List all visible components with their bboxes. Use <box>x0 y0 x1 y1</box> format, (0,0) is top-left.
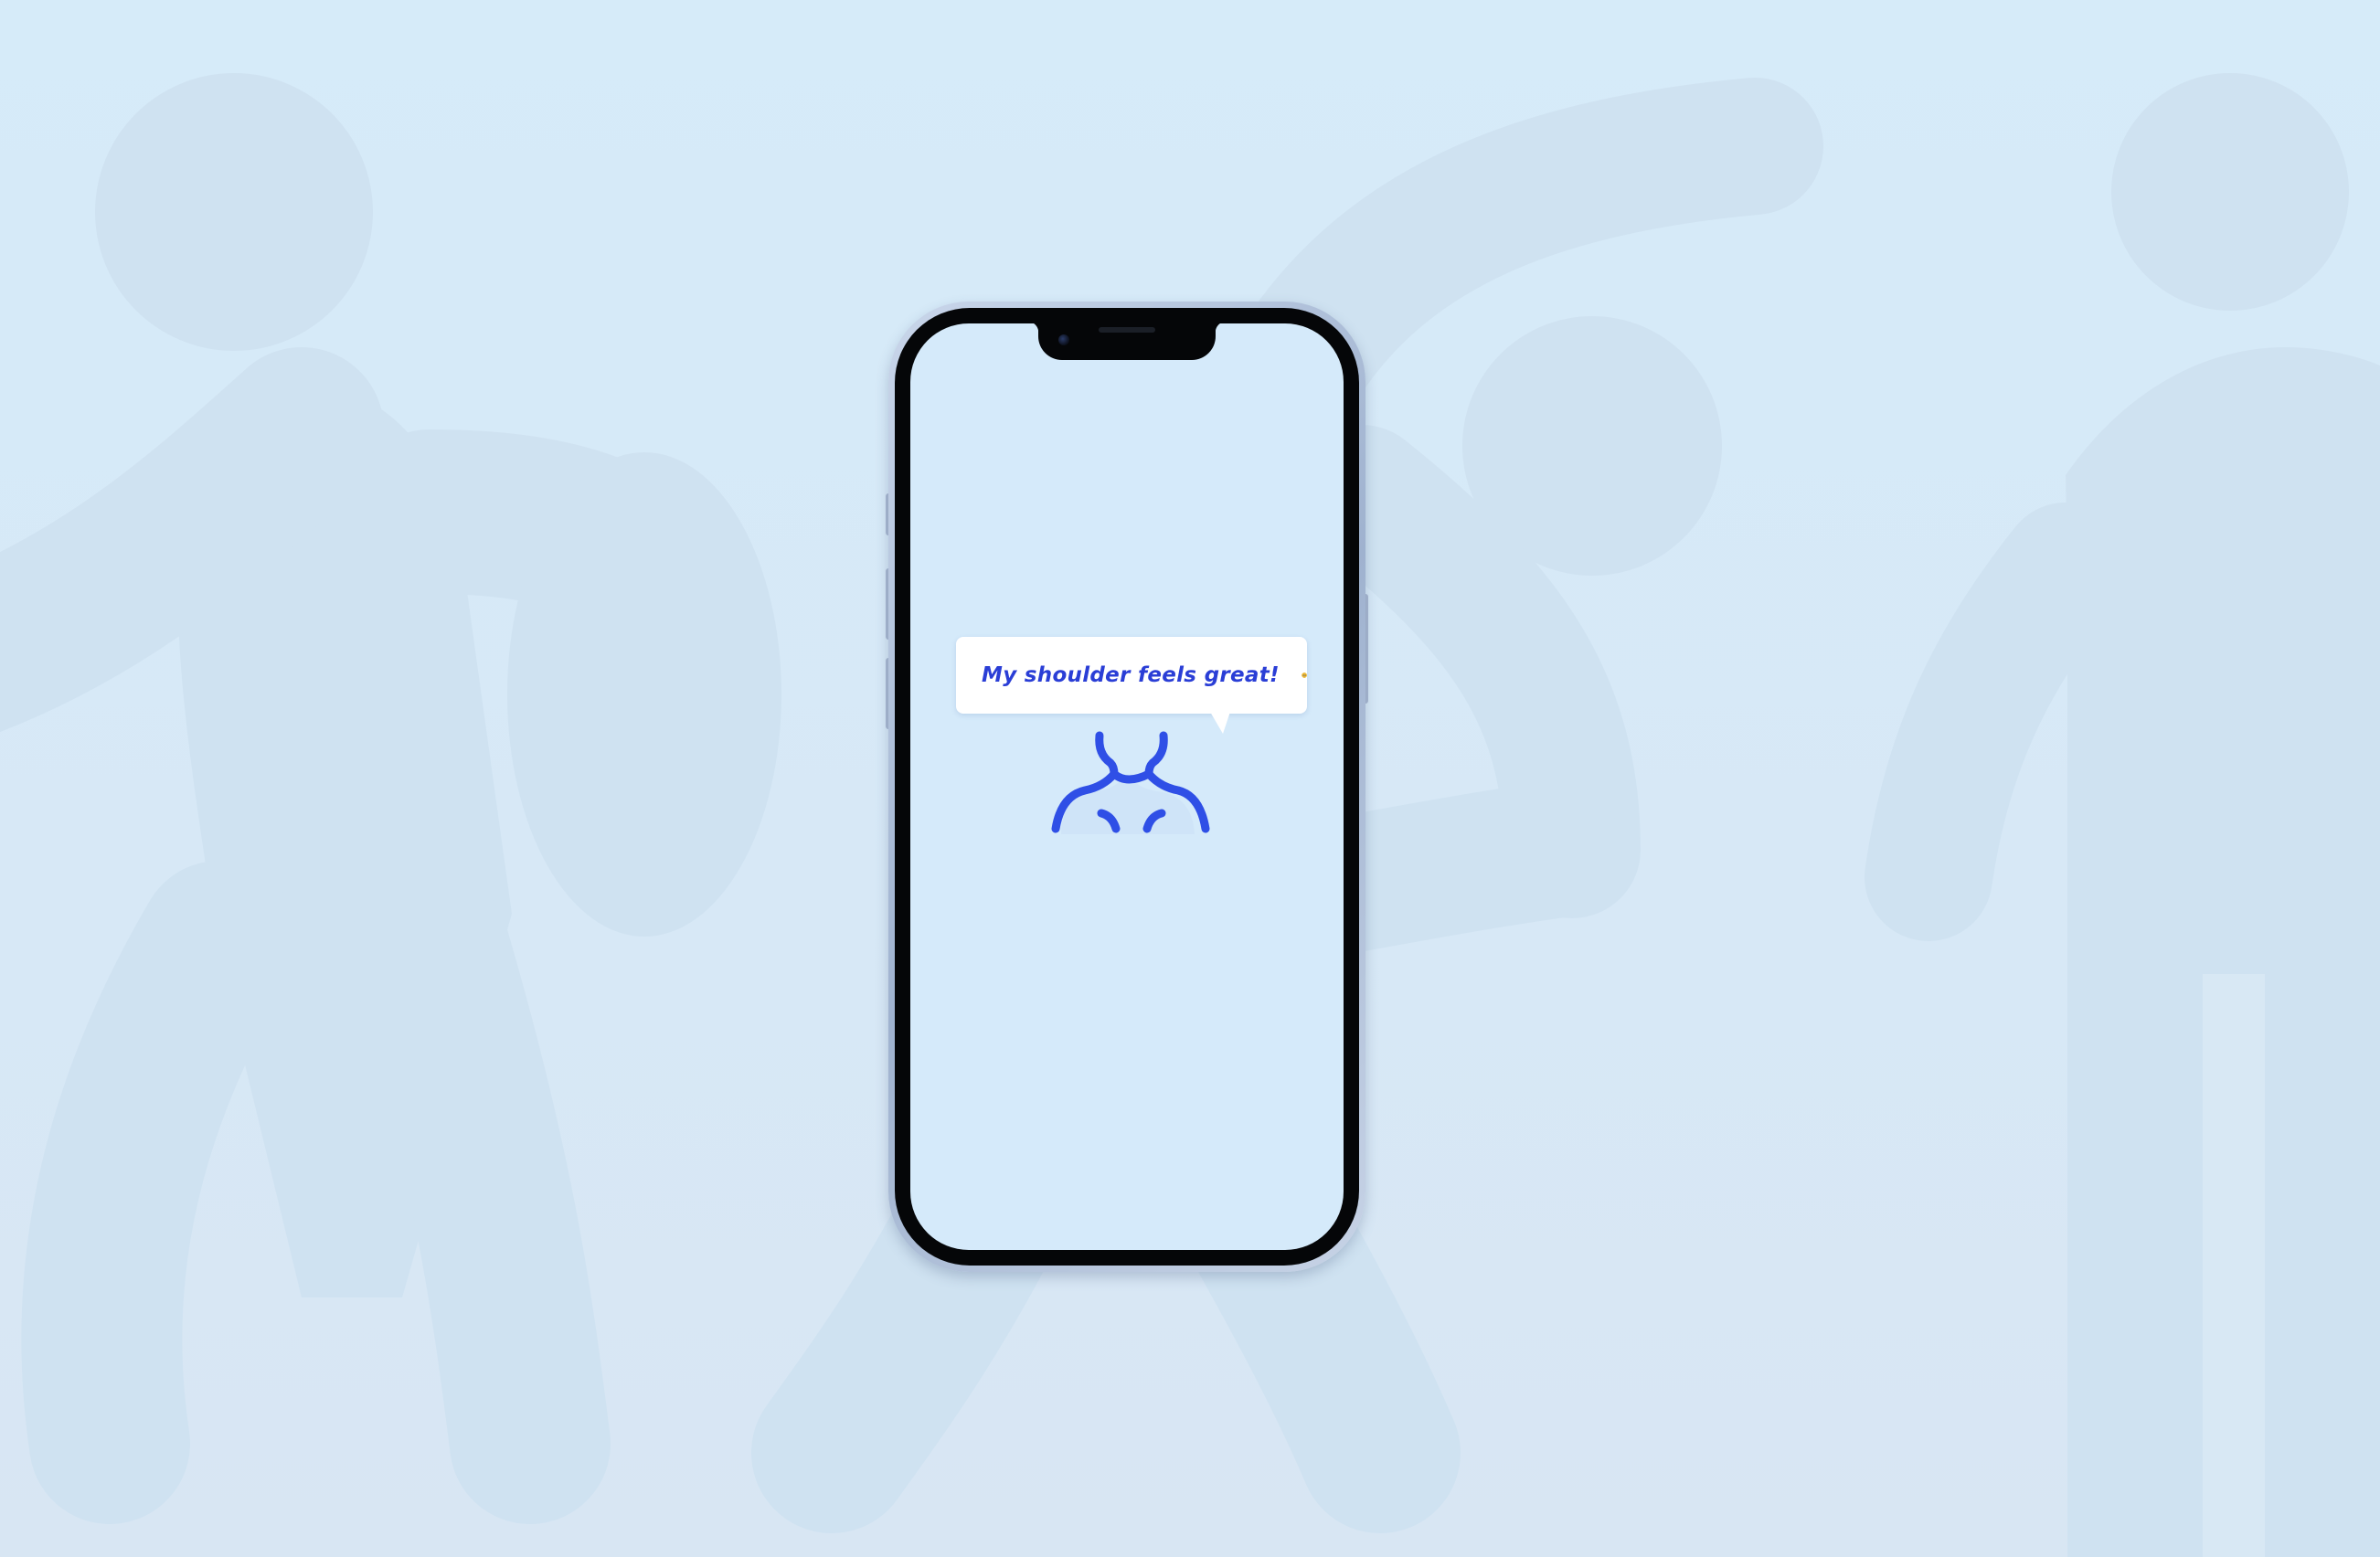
speech-bubble: My shoulder feels great! <box>956 637 1307 714</box>
grinning-face-icon <box>1302 673 1307 678</box>
earpiece-speaker <box>1099 327 1155 333</box>
upper-body-shoulder-icon <box>1051 731 1210 834</box>
speech-bubble-text: My shoulder feels great! <box>982 663 1280 687</box>
front-camera-icon <box>1058 334 1069 345</box>
phone-notch <box>1027 322 1227 360</box>
